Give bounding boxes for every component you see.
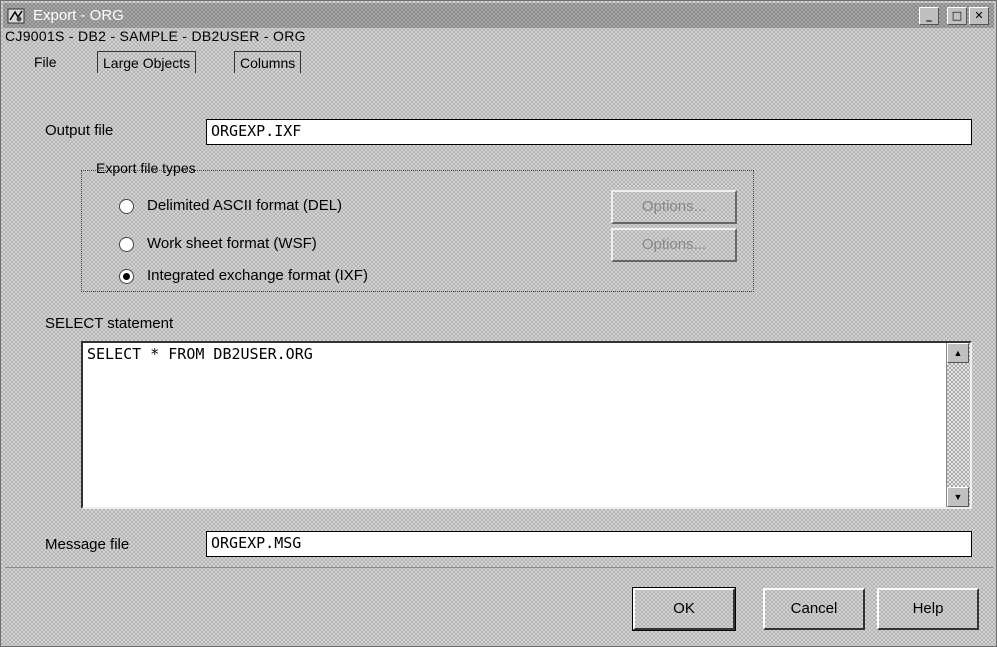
radio-ixf-label: Integrated exchange format (IXF): [147, 267, 368, 284]
title-bar[interactable]: Export - ORG _ □ ✕: [3, 3, 994, 28]
select-statement-textarea[interactable]: SELECT * FROM DB2USER.ORG ▲ ▼: [81, 341, 972, 509]
minimize-button[interactable]: _: [919, 7, 939, 25]
output-file-label: Output file: [45, 122, 114, 139]
object-path: CJ9001S - DB2 - SAMPLE - DB2USER - ORG: [5, 28, 306, 44]
help-button[interactable]: Help: [877, 588, 979, 630]
radio-wsf-label: Work sheet format (WSF): [147, 235, 317, 252]
maximize-button[interactable]: □: [947, 7, 967, 25]
message-file-label: Message file: [45, 536, 130, 553]
ok-button[interactable]: OK: [632, 587, 736, 631]
scroll-up-icon[interactable]: ▲: [947, 343, 969, 363]
scroll-down-icon[interactable]: ▼: [947, 487, 969, 507]
app-icon: [7, 8, 25, 24]
radio-button-wsf[interactable]: [119, 237, 134, 252]
radio-button-del[interactable]: [119, 199, 134, 214]
select-statement-text: SELECT * FROM DB2USER.ORG: [87, 345, 313, 363]
separator: [5, 567, 993, 568]
window-title: Export - ORG: [33, 7, 124, 24]
close-button[interactable]: ✕: [969, 7, 989, 25]
cancel-button[interactable]: Cancel: [763, 588, 865, 630]
tab-large-objects[interactable]: Large Objects: [97, 51, 197, 73]
export-dialog: Export - ORG _ □ ✕ CJ9001S - DB2 - SAMPL…: [0, 0, 997, 647]
message-file-input[interactable]: ORGEXP.MSG: [206, 531, 972, 557]
radio-del-label: Delimited ASCII format (DEL): [147, 197, 343, 214]
output-file-input[interactable]: ORGEXP.IXF: [206, 119, 972, 145]
select-statement-label: SELECT statement: [45, 315, 174, 332]
options-button-wsf[interactable]: Options...: [611, 228, 737, 262]
tab-columns[interactable]: Columns: [234, 51, 302, 73]
export-file-types-title: Export file types: [96, 160, 196, 176]
tab-file[interactable]: File: [34, 51, 57, 73]
radio-button-ixf[interactable]: [119, 269, 134, 284]
vertical-scrollbar[interactable]: ▲ ▼: [946, 343, 970, 507]
options-button-del[interactable]: Options...: [611, 190, 737, 224]
